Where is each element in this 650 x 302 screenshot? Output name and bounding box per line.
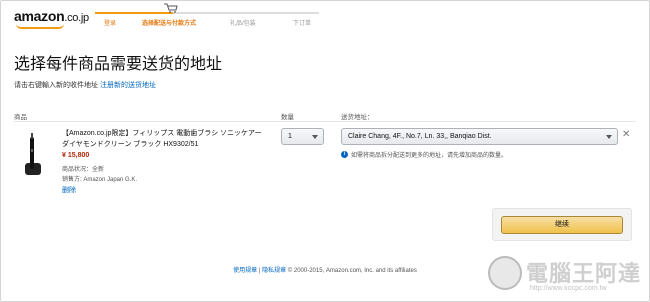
step-shipping: 选择配送与付款方式 <box>142 21 197 27</box>
product-price: ¥ 15,800 <box>62 152 90 159</box>
amazon-logo[interactable]: amazon.co.jp <box>14 8 89 24</box>
step-place-order: 下订单 <box>293 21 312 27</box>
checkout-progress-bar <box>95 12 319 14</box>
quantity-value: 1 <box>288 133 292 140</box>
product-image[interactable] <box>22 133 44 177</box>
logo-suffix-text: .co.jp <box>64 12 89 24</box>
watermark: 電腦王阿達 http://www.kocpc.com.tw <box>488 254 648 300</box>
watermark-text: 電腦王阿達 <box>526 262 642 287</box>
address-select[interactable]: Claire Chang, 4F., No.7, Ln. 33,, Banqia… <box>341 128 618 145</box>
column-header-product: 商品 <box>14 114 27 121</box>
header-divider <box>14 121 636 122</box>
quantity-select[interactable]: 1 <box>281 128 324 145</box>
register-address-link[interactable]: 注册新的送货地址 <box>100 82 156 89</box>
terms-link[interactable]: 使用规章 <box>233 268 257 274</box>
info-icon: i <box>341 151 348 158</box>
page-subtitle: 请击右键輸入新的收件地址 注册新的送货地址 <box>14 80 156 90</box>
product-condition: 商品状况：全新 <box>62 167 105 173</box>
split-shipping-info: i 如需将商品拆分配送到更多的地址，请先增加商品的数量。 <box>341 150 507 159</box>
progress-fill <box>95 12 173 14</box>
continue-button[interactable]: 继续 <box>501 216 623 234</box>
step-signin: 登录 <box>104 21 117 27</box>
column-header-address: 送货地址： <box>341 114 374 121</box>
footer-separator: | <box>258 268 261 274</box>
step-gift: 礼品/包装 <box>230 21 256 27</box>
privacy-link[interactable]: 隐私规章 <box>262 268 286 274</box>
logo-main-text: amazon <box>14 8 65 24</box>
address-value: Claire Chang, 4F., No.7, Ln. 33,, Banqia… <box>348 133 492 140</box>
product-seller: 销售方: Amazon Japan G.K. <box>62 177 138 183</box>
chevron-down-icon <box>312 135 318 139</box>
column-header-quantity: 数量 <box>281 114 294 121</box>
delete-link[interactable]: 删除 <box>62 185 76 195</box>
copyright-text: © 2000-2015, Amazon.com, Inc. and its af… <box>287 268 417 274</box>
subtitle-text: 请击右键輸入新的收件地址 <box>14 82 98 89</box>
product-name: 【Amazon.co.jp限定】フィリップス 電動歯ブラシ ソニッケアー ダイヤ… <box>62 130 262 148</box>
info-text: 如需将商品拆分配送到更多的地址，请先增加商品的数量。 <box>351 153 508 159</box>
watermark-url: http://www.kocpc.com.tw <box>530 285 607 292</box>
logo-smile-icon <box>16 24 64 29</box>
chevron-down-icon <box>606 135 612 139</box>
mascot-face-icon <box>488 256 522 290</box>
cart-icon <box>164 3 178 13</box>
close-icon[interactable]: ✕ <box>622 130 630 140</box>
page-title: 选择每件商品需要送货的地址 <box>14 56 223 73</box>
